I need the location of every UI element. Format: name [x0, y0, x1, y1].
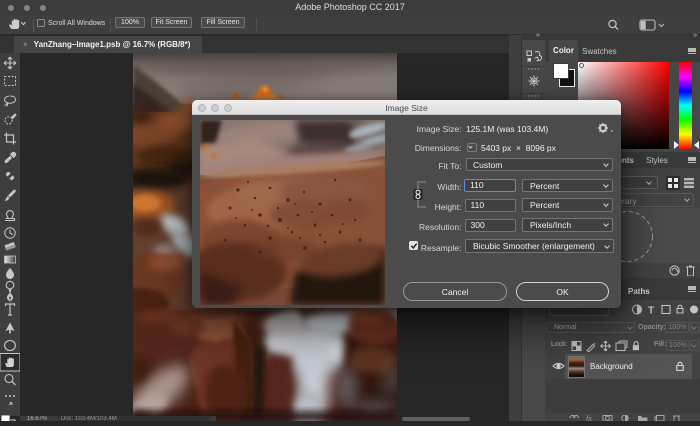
svg-text:fx: fx [586, 415, 592, 421]
svg-text:T: T [648, 306, 654, 316]
